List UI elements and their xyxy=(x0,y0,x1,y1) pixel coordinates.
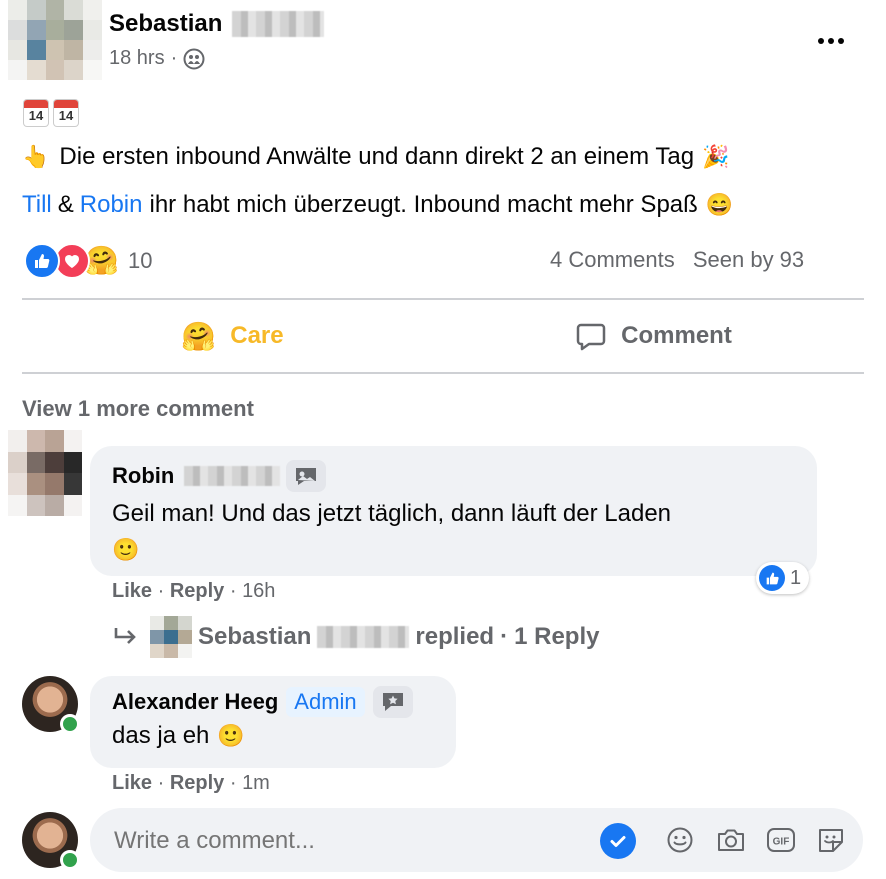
separator-dot: · xyxy=(229,580,243,602)
check-icon[interactable] xyxy=(600,823,636,859)
group-expert-badge-icon[interactable] xyxy=(286,460,327,492)
slightly-smiling-emoji-icon: 🙂 xyxy=(217,723,245,748)
comment-text: das ja eh xyxy=(112,722,210,749)
comment-bubble[interactable]: Alexander Heeg Admin das ja eh 🙂 xyxy=(90,676,456,768)
mention-till[interactable]: Till xyxy=(22,191,52,219)
post-time[interactable]: 18 hrs xyxy=(109,47,165,70)
calendar-emoji-icon: 14 xyxy=(54,100,78,126)
comment-reaction-badge[interactable]: 1 xyxy=(756,562,810,594)
svg-text:GIF: GIF xyxy=(773,837,790,848)
online-status-indicator xyxy=(60,850,80,870)
comment-input[interactable] xyxy=(112,822,586,860)
reply-count: 1 Reply xyxy=(514,623,600,650)
online-status-indicator xyxy=(60,714,80,734)
commenter-avatar[interactable] xyxy=(22,676,80,734)
care-button[interactable]: 🤗 Care xyxy=(22,300,443,372)
admin-badge-icon[interactable] xyxy=(372,686,413,718)
reply-author-avatar xyxy=(150,616,192,658)
pointing-hand-emoji-icon: 👆 xyxy=(22,144,50,169)
gif-icon[interactable]: GIF xyxy=(766,826,796,859)
comment-time[interactable]: 16h xyxy=(242,580,275,602)
reply-author-lastname-blur xyxy=(317,626,410,648)
comment-composer[interactable]: GIF xyxy=(90,808,863,872)
divider xyxy=(22,372,864,374)
reply-link[interactable]: Reply xyxy=(170,580,224,602)
separator-dot: · xyxy=(157,580,170,602)
author-name[interactable]: Sebastian xyxy=(109,10,222,38)
comment-bubble[interactable]: Robin Geil man! Und das jetzt täglich, d… xyxy=(90,446,817,576)
mention-robin[interactable]: Robin xyxy=(80,191,143,219)
care-icon: 🤗 xyxy=(181,320,217,352)
post-text-line2: ihr habt mich überzeugt. Inbound macht m… xyxy=(149,191,698,218)
like-link[interactable]: Like xyxy=(112,580,152,602)
post-text-line1: Die ersten inbound Anwälte und dann dire… xyxy=(59,143,695,170)
party-popper-emoji-icon: 🎉 xyxy=(702,144,730,169)
view-more-comments-link[interactable]: View 1 more comment xyxy=(22,396,254,422)
comment-icon xyxy=(575,320,607,352)
separator-dot: · xyxy=(157,772,170,794)
like-reaction-icon xyxy=(759,565,785,591)
comment-label: Comment xyxy=(621,322,732,349)
reply-author: Sebastian xyxy=(198,623,312,650)
comment-time[interactable]: 1m xyxy=(242,772,270,794)
sticker-icon[interactable] xyxy=(816,826,846,859)
comment-text: Geil man! Und das jetzt täglich, dann lä… xyxy=(112,500,672,527)
more-options-icon[interactable] xyxy=(814,34,848,48)
comment-button[interactable]: Comment xyxy=(443,300,864,372)
care-label: Care xyxy=(230,322,284,349)
like-link[interactable]: Like xyxy=(112,772,152,794)
comment-author-lastname-blur xyxy=(184,466,281,486)
composer-avatar[interactable] xyxy=(22,812,80,870)
camera-icon[interactable] xyxy=(716,826,746,859)
reactions-summary[interactable]: 🤗 10 xyxy=(24,243,152,279)
author-avatar[interactable] xyxy=(8,0,102,80)
like-reaction-icon xyxy=(24,243,60,279)
calendar-emoji-icon: 14 xyxy=(24,100,48,126)
separator-dot: · xyxy=(500,623,509,650)
comment-reaction-count: 1 xyxy=(790,566,802,589)
reply-link[interactable]: Reply xyxy=(170,772,224,794)
reaction-count: 10 xyxy=(128,248,153,273)
view-replies-link[interactable]: Sebastian replied · 1 Reply xyxy=(112,616,599,658)
comment-author[interactable]: Robin xyxy=(112,463,174,489)
commenter-avatar[interactable] xyxy=(8,430,82,516)
separator-dot: · xyxy=(229,772,243,794)
separator-dot: · xyxy=(170,47,178,69)
comments-count-link[interactable]: 4 Comments xyxy=(550,247,675,272)
slightly-smiling-emoji-icon: 🙂 xyxy=(112,537,140,562)
author-lastname-blur xyxy=(232,11,325,37)
admin-badge[interactable]: Admin xyxy=(286,687,365,717)
emoji-icon[interactable] xyxy=(666,826,694,859)
reply-arrow-icon xyxy=(112,625,140,649)
grinning-emoji-icon: 😄 xyxy=(705,192,734,217)
comment-author[interactable]: Alexander Heeg xyxy=(112,689,278,715)
replied-text: replied xyxy=(415,623,495,650)
audience-group-icon[interactable] xyxy=(183,48,205,70)
ampersand: & xyxy=(57,191,74,218)
seen-by-count[interactable]: Seen by 93 xyxy=(693,247,804,272)
